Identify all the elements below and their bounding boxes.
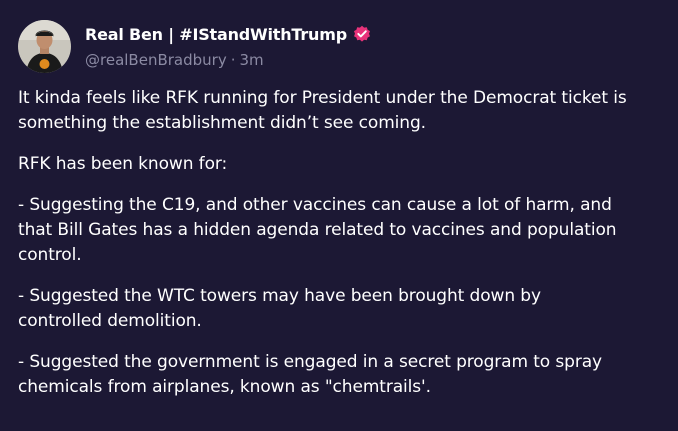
author-display-name[interactable]: Real Ben | #IStandWithTrump bbox=[85, 25, 347, 44]
post-paragraph: RFK has been known for: bbox=[18, 154, 228, 174]
post-timestamp[interactable]: 3m bbox=[239, 51, 263, 69]
post-paragraph: - Suggested the government is engaged in… bbox=[18, 352, 603, 397]
separator-dot: · bbox=[230, 51, 236, 69]
author-handle[interactable]: @realBenBradbury bbox=[85, 51, 227, 69]
author-sub-row: @realBenBradbury · 3m bbox=[85, 51, 371, 69]
post-paragraph: - Suggesting the C19, and other vaccines… bbox=[18, 195, 617, 265]
avatar[interactable] bbox=[18, 20, 71, 73]
verified-badge-icon bbox=[353, 25, 371, 43]
name-row: Real Ben | #IStandWithTrump bbox=[85, 22, 371, 46]
avatar-icon bbox=[18, 20, 71, 73]
post-header: Real Ben | #IStandWithTrump @realBenBrad… bbox=[18, 16, 660, 74]
author-meta: Real Ben | #IStandWithTrump @realBenBrad… bbox=[85, 22, 371, 69]
post-body: It kinda feels like RFK running for Pres… bbox=[18, 86, 663, 400]
post-card: Real Ben | #IStandWithTrump @realBenBrad… bbox=[0, 0, 678, 431]
post-paragraph: It kinda feels like RFK running for Pres… bbox=[18, 88, 627, 133]
post-paragraph: - Suggested the WTC towers may have been… bbox=[18, 286, 541, 331]
